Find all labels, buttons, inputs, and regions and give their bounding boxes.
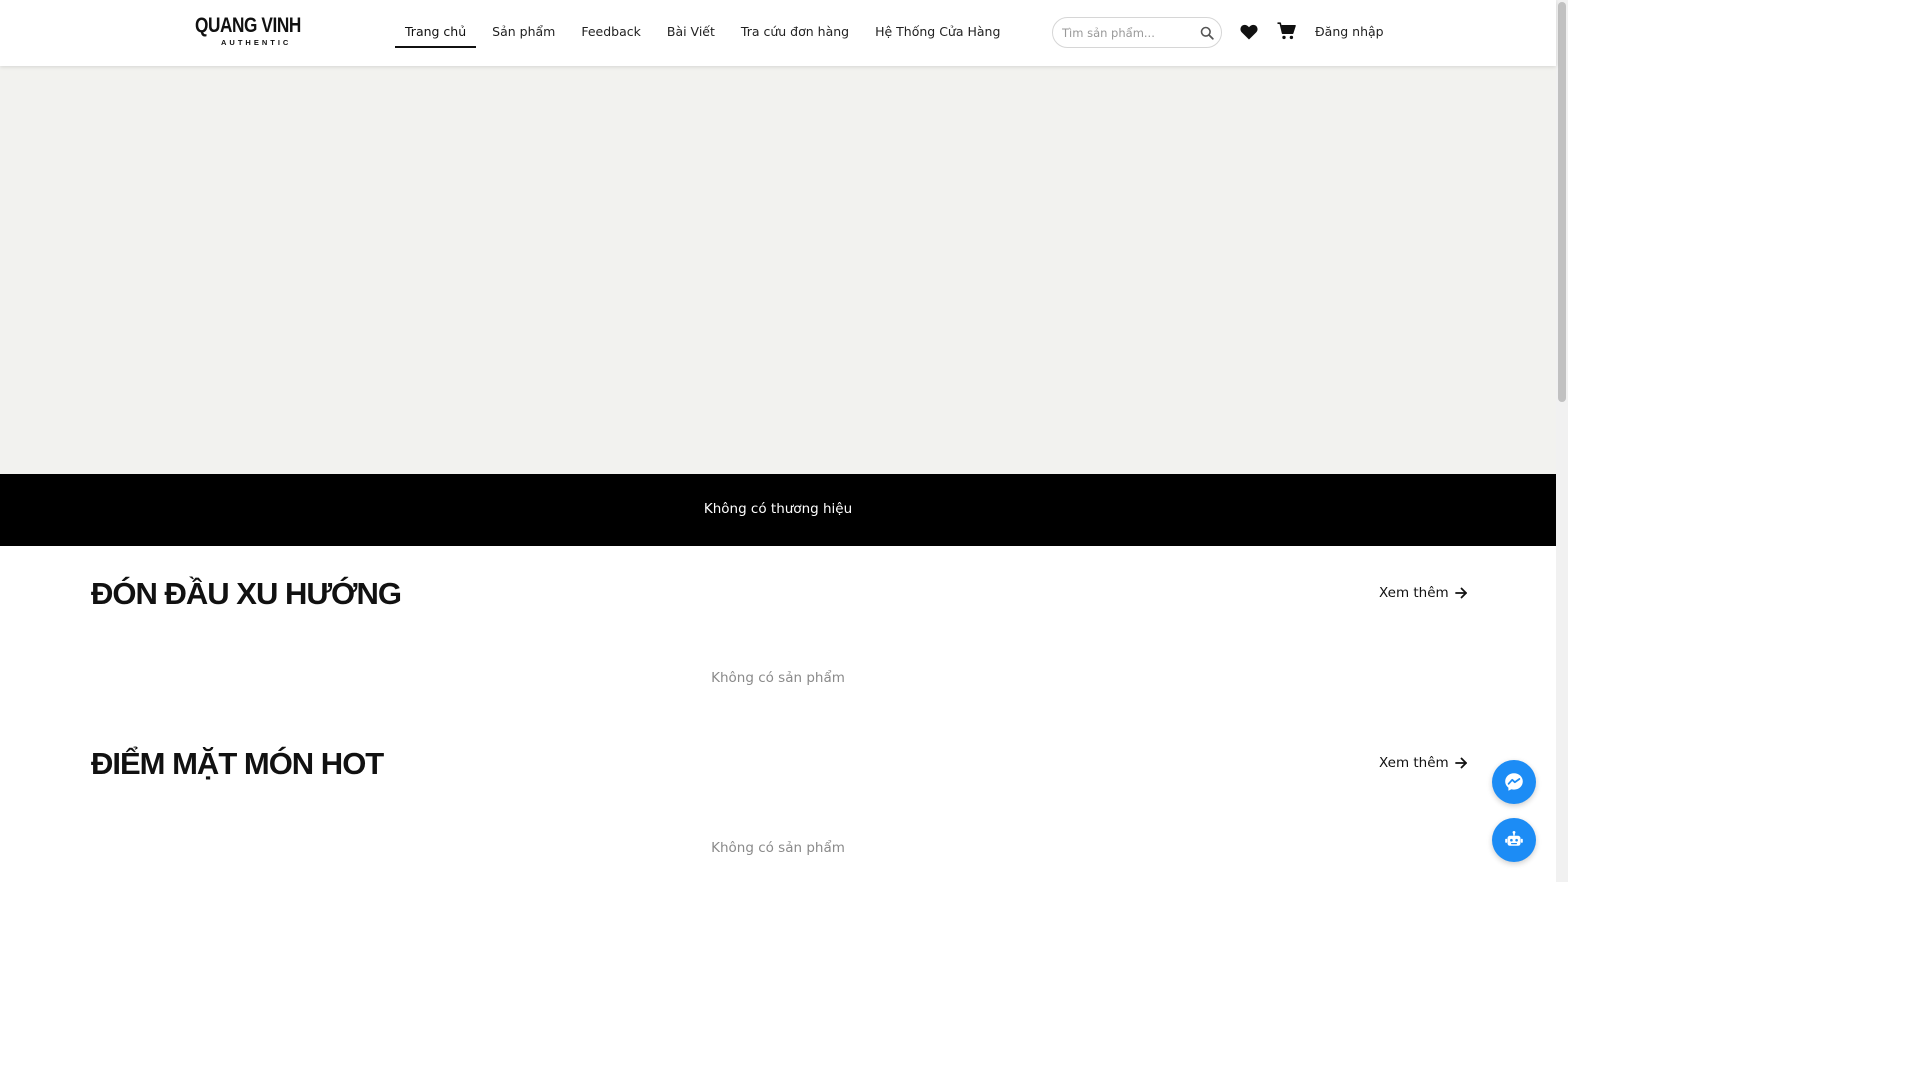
arrow-right-icon [1454, 757, 1467, 769]
page: QUANG VINH AUTHENTIC Trang chủ Sản phẩm … [0, 0, 1568, 882]
arrow-right-icon [1454, 587, 1467, 599]
logo[interactable]: QUANG VINH AUTHENTIC [195, 14, 301, 49]
page-scrollbar[interactable] [1556, 0, 1568, 882]
robot-icon [1505, 831, 1523, 846]
site-header: QUANG VINH AUTHENTIC Trang chủ Sản phẩm … [0, 0, 1556, 66]
hero-banner [0, 66, 1556, 474]
empty-products-hot: Không có sản phẩm [711, 840, 845, 856]
login-link[interactable]: Đăng nhập [1315, 24, 1384, 39]
section-title-hot: ĐIỂM MẶT MÓN HOT [91, 746, 384, 781]
messenger-icon [1505, 773, 1523, 791]
see-more-label: Xem thêm [1379, 585, 1449, 601]
brand-empty-text: Không có thương hiệu [703, 501, 853, 517]
nav-item-store-system[interactable]: Hệ Thống Cửa Hàng [865, 18, 1010, 48]
nav-item-feedback[interactable]: Feedback [571, 18, 651, 48]
see-more-label: Xem thêm [1379, 755, 1449, 771]
scrollbar-thumb[interactable] [1558, 2, 1566, 402]
see-more-hot[interactable]: Xem thêm [1379, 755, 1468, 771]
section-title-trending: ĐÓN ĐẦU XU HƯỚNG [91, 576, 402, 611]
search-input[interactable] [1062, 24, 1192, 42]
brand-strip: Không có thương hiệu [0, 474, 1556, 546]
main-nav: Trang chủ Sản phẩm Feedback Bài Viết Tra… [395, 18, 1016, 48]
nav-item-home[interactable]: Trang chủ [395, 18, 477, 48]
nav-item-articles[interactable]: Bài Viết [657, 18, 725, 48]
logo-sub-text: AUTHENTIC [221, 38, 292, 47]
messenger-button[interactable] [1492, 760, 1536, 804]
see-more-trending[interactable]: Xem thêm [1379, 585, 1468, 601]
empty-products-trending: Không có sản phẩm [711, 670, 845, 686]
cart-icon[interactable] [1277, 22, 1296, 40]
heart-icon[interactable] [1240, 24, 1258, 40]
logo-main-text: QUANG VINH [195, 14, 301, 37]
nav-item-products[interactable]: Sản phẩm [482, 18, 565, 48]
chatbot-button[interactable] [1492, 818, 1536, 862]
search-icon[interactable] [1200, 26, 1214, 40]
search-box [1052, 17, 1222, 48]
nav-item-order-lookup[interactable]: Tra cứu đơn hàng [731, 18, 859, 48]
